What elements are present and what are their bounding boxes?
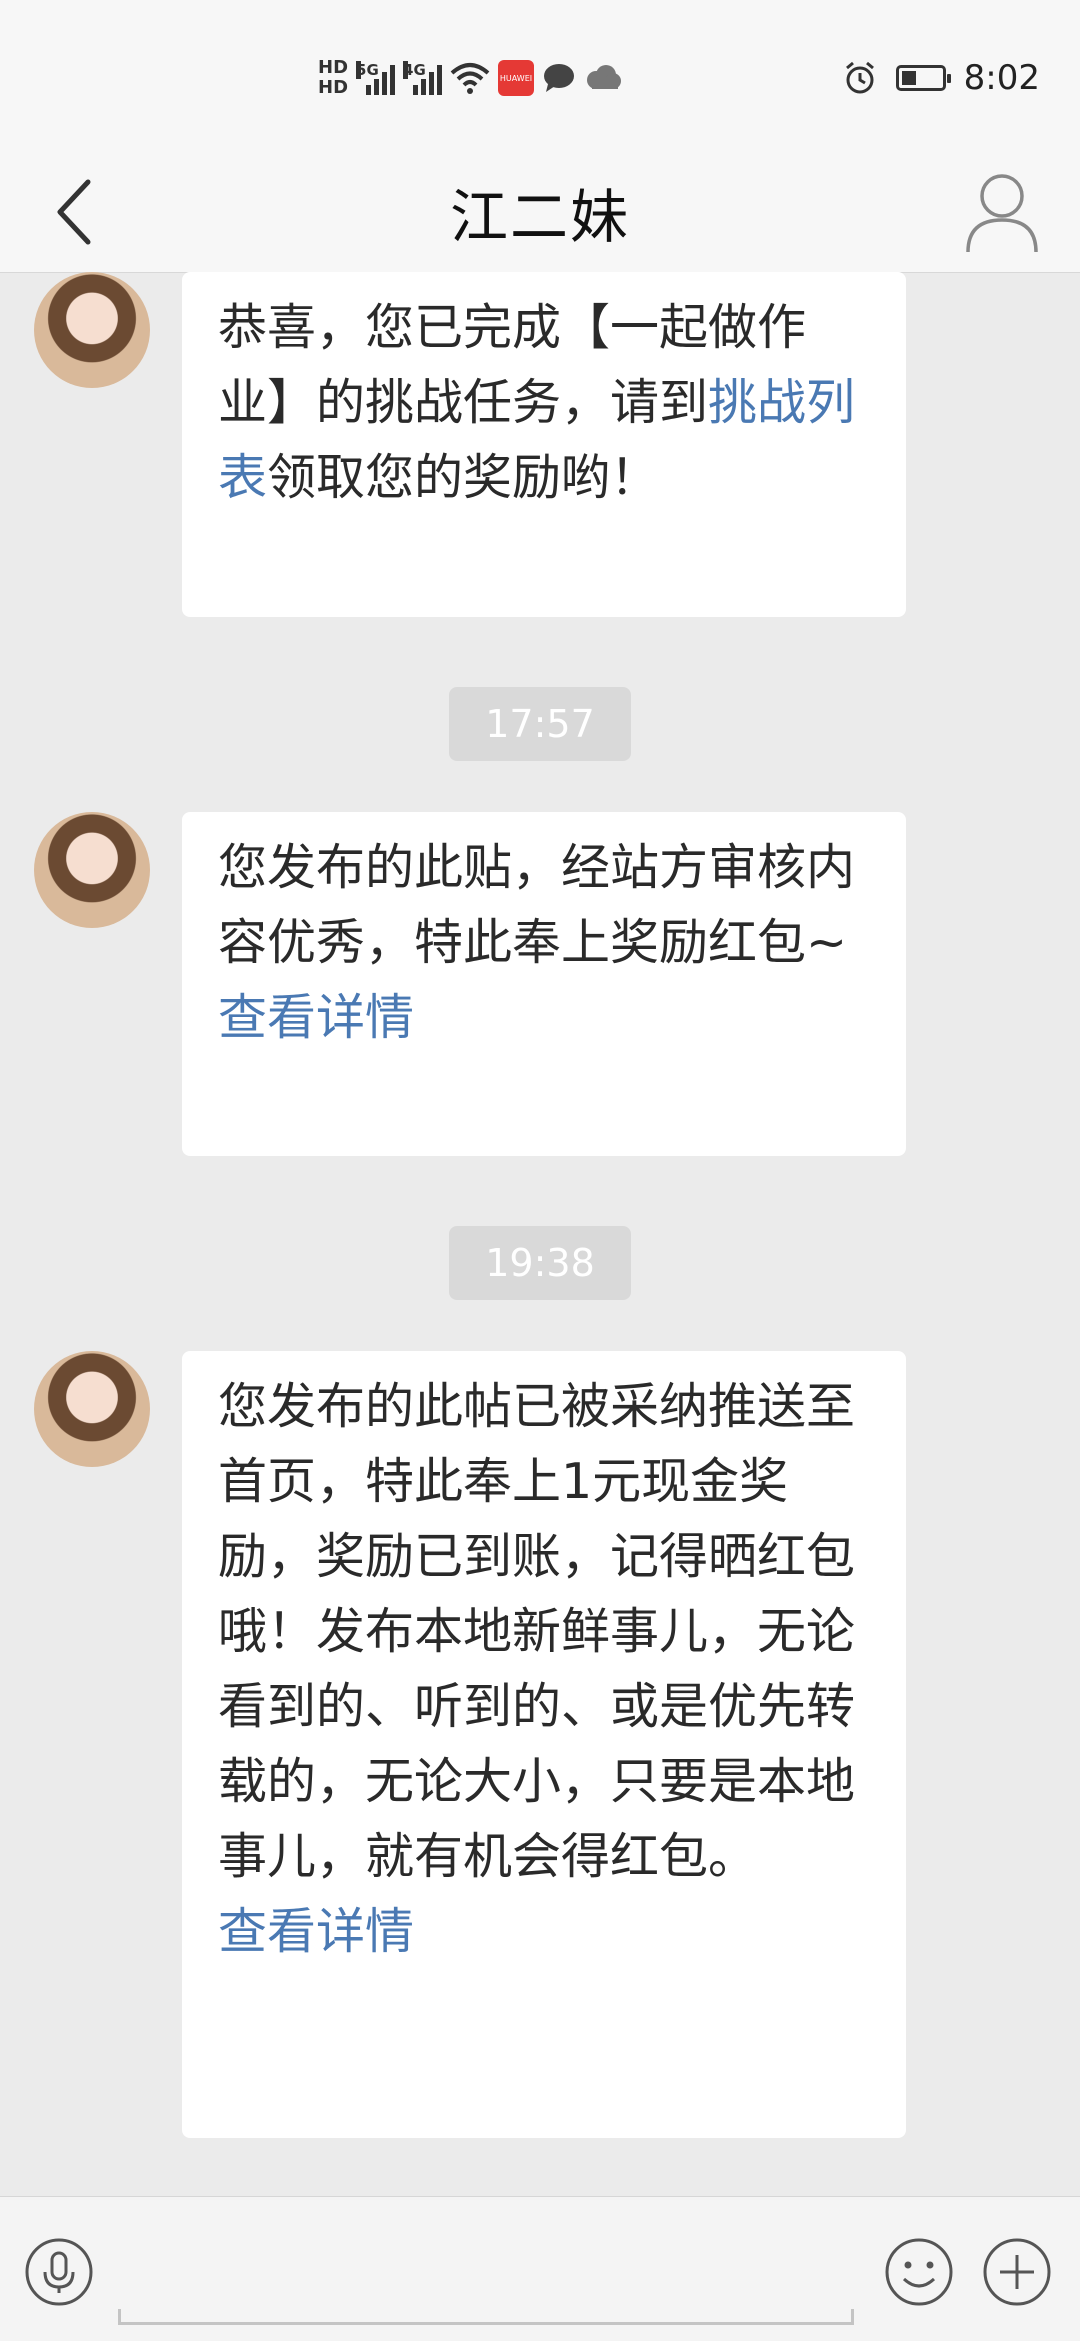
message-bubble: 您发布的此贴，经站方审核内容优秀，特此奉上奖励红包~ 查看详情 [182,812,906,1156]
sender-avatar[interactable] [34,272,150,388]
chat-notification-icon [544,64,575,92]
view-details-link[interactable]: 查看详情 [218,980,870,1055]
signal-5g-icon: 5G [356,61,396,95]
cloud-icon [587,65,622,89]
smiley-icon[interactable] [884,2237,954,2307]
wifi-icon [450,63,490,94]
status-icons-left: HD HD 5G 4G HUAWEI [318,48,622,108]
status-bar: HD HD 5G 4G HUAWEI 8:02 [0,0,1080,150]
timestamp-divider: 17:57 [449,687,631,761]
huawei-app-icon: HUAWEI [498,60,535,96]
message-input[interactable] [118,2309,854,2325]
view-details-link[interactable]: 查看详情 [218,1894,870,1969]
input-bar [0,2196,1080,2341]
page-title: 江二妹 [449,183,630,251]
clock: 8:02 [963,58,1040,98]
message-text: 您发布的此贴，经站方审核内容优秀，特此奉上奖励红包~ [218,839,856,971]
mic-icon[interactable] [24,2237,94,2307]
message-bubble: 您发布的此帖已被采纳推送至首页，特此奉上1元现金奖励，奖励已到账，记得晒红包哦！… [182,1351,906,2138]
sender-avatar[interactable] [34,812,150,928]
status-icons-right: 8:02 [842,50,1040,106]
profile-icon[interactable] [962,168,1042,254]
plus-icon[interactable] [982,2237,1052,2307]
message-bubble: 恭喜，您已完成【一起做作业】的挑战任务，请到挑战列表领取您的奖励哟！ [182,272,906,617]
message-text: 领取您的奖励哟！ [267,449,660,506]
battery-icon [895,65,951,91]
signal-4g-icon: 4G [403,61,443,95]
timestamp-divider: 19:38 [449,1226,631,1300]
alarm-icon [845,61,874,94]
nav-bar: 江二妹 [0,150,1080,273]
message-text: 您发布的此帖已被采纳推送至首页，特此奉上1元现金奖励，奖励已到账，记得晒红包哦！… [218,1378,856,1885]
hd-indicator: HD HD [318,57,349,98]
sender-avatar[interactable] [34,1351,150,1467]
